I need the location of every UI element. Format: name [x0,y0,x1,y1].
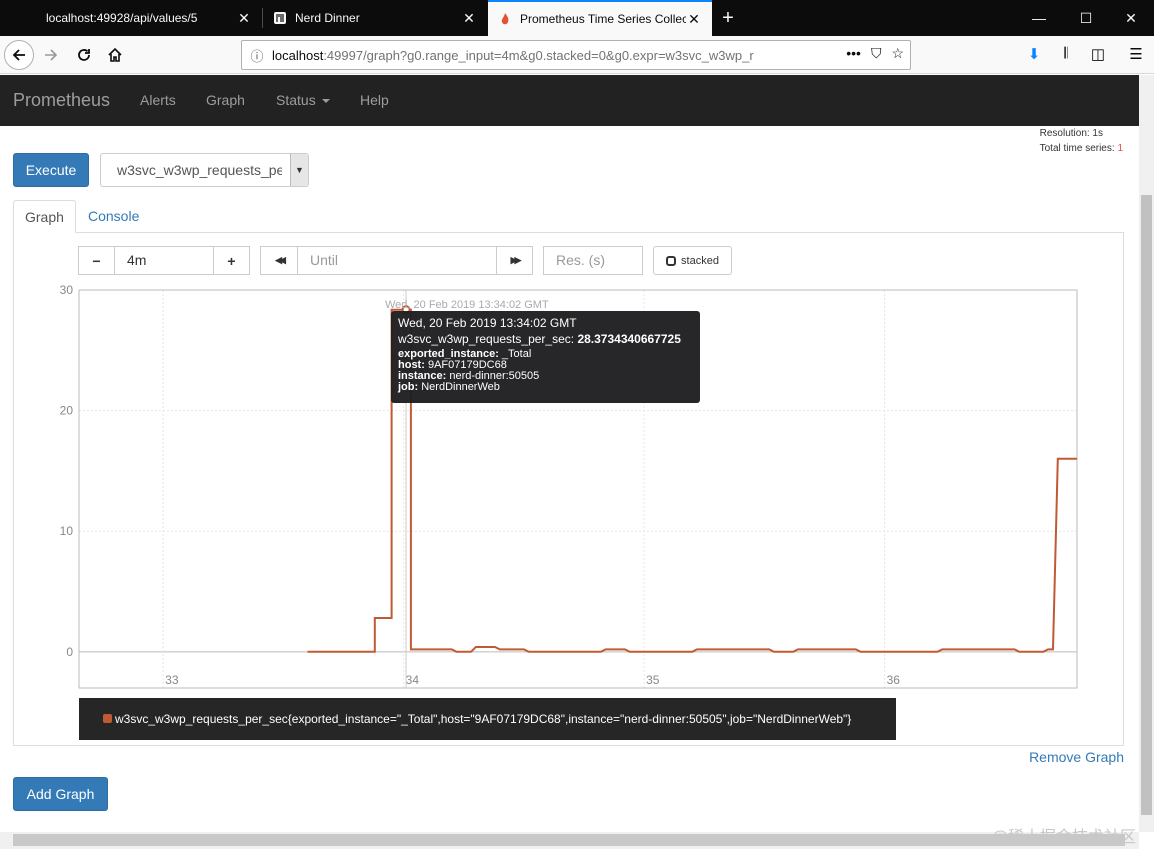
hover-x-label: Wed, 20 Feb 2019 13:34:02 GMT [385,299,549,311]
page-actions-icon[interactable]: ••• [846,45,861,62]
x-tick-label: 35 [646,673,660,687]
nav-status-label: Status [276,92,316,108]
x-tick-label: 33 [165,673,179,687]
resolution-input[interactable]: Res. (s) [543,246,643,275]
legend-swatch [103,714,112,723]
y-tick-label: 30 [60,283,74,297]
info-icon[interactable]: ⓘ [242,46,272,65]
reload-icon [78,49,90,61]
browser-tab-nerd-dinner[interactable]: Nerd Dinner ✕ [263,0,487,36]
dropdown-arrow-icon[interactable]: ▼ [290,154,308,186]
home-button[interactable] [101,41,129,69]
browser-tab-prometheus[interactable]: Prometheus Time Series Collec ✕ [488,0,712,36]
reload-button[interactable] [70,41,98,69]
total-series-label: Total time series: [1039,143,1118,154]
range-increase-button[interactable]: + [213,246,250,275]
x-tick-label: 34 [406,673,420,687]
nav-alerts[interactable]: Alerts [140,92,176,108]
tab-title: Prometheus Time Series Collec [520,12,686,26]
remove-graph-link[interactable]: Remove Graph [1029,749,1124,765]
hover-tooltip: Wed, 20 Feb 2019 13:34:02 GMT w3svc_w3wp… [391,311,700,403]
menu-icon[interactable]: ☰ [1126,45,1146,65]
watermark: @稀土掘金技术社区 [991,829,1136,846]
tab-title: Nerd Dinner [295,11,360,25]
prometheus-flame-icon [498,12,512,26]
browser-tab-bar: localhost:49928/api/values/5 ✕ Nerd Dinn… [0,0,1154,36]
pocket-icon[interactable]: ⛉ [871,45,882,62]
nav-graph[interactable]: Graph [206,92,245,108]
main-content: Resolution: 1s Total time series: 1 Exec… [0,126,1139,832]
bookmark-star-icon[interactable]: ☆ [891,45,904,62]
resolution-label: Resolution: 1s [1039,128,1103,139]
caret-down-icon [321,99,330,104]
maximize-button[interactable]: ☐ [1063,0,1109,36]
home-icon [108,47,122,62]
tooltip-label-key: job: [398,381,419,393]
browser-tab-api-values[interactable]: localhost:49928/api/values/5 ✕ [0,0,262,36]
downloads-icon[interactable]: ⬇ [1024,45,1044,65]
tab-console[interactable]: Console [77,200,150,233]
y-tick-label: 20 [60,404,74,418]
x-axis-ticks: 33 34 35 36 [165,673,900,687]
tab-graph[interactable]: Graph [13,200,76,233]
url-path: :49997/graph?g0.range_input=4m&g0.stacke… [323,47,754,63]
nav-help[interactable]: Help [360,92,389,108]
time-back-button[interactable]: ◀◀ [260,246,298,275]
browser-toolbar: ⓘ localhost :49997/graph?g0.range_input=… [0,36,1154,74]
forward-arrow-icon [45,49,58,61]
tooltip-date: Wed, 20 Feb 2019 13:34:02 GMT [398,316,577,330]
prometheus-navbar: Prometheus Alerts Graph Status Help [0,75,1139,126]
back-arrow-icon [12,49,25,61]
expression-select[interactable]: w3svc_w3wp_requests_per_sec ▼ [100,153,309,187]
tooltip-series-name: w3svc_w3wp_requests_per_sec: [398,332,578,346]
y-axis-ticks: 30 20 10 0 [60,283,74,659]
total-series: Total time series: 1 [1040,141,1123,156]
sidebar-icon[interactable]: ◫ [1088,45,1108,65]
close-icon[interactable]: ✕ [236,10,252,27]
url-host: localhost [272,47,324,63]
library-icon[interactable]: 𝄃 [1056,45,1076,65]
resolution-info: Resolution: 1s Total time series: 1 [1040,126,1123,156]
x-tick-label: 36 [887,673,901,687]
close-icon[interactable]: ✕ [686,11,702,28]
nav-status[interactable]: Status [276,92,330,108]
stacked-toggle[interactable]: stacked [653,246,732,275]
add-graph-button[interactable]: Add Graph [13,777,108,811]
close-icon[interactable]: ✕ [461,10,477,27]
horizontal-scrollbar-thumb[interactable] [13,834,1125,846]
page-scrollbar-thumb[interactable] [1141,195,1152,815]
minimize-button[interactable]: — [1016,0,1062,36]
brand-link[interactable]: Prometheus [13,90,110,111]
y-tick-label: 10 [60,524,74,538]
expression-value: w3svc_w3wp_requests_per_sec [117,162,282,178]
range-decrease-button[interactable]: − [78,246,115,275]
time-forward-button[interactable]: ▶▶ [496,246,533,275]
range-input[interactable]: 4m [114,246,214,275]
graph-tabs: Graph Console [13,200,1124,233]
tooltip-series-value: 28.3734340667725 [577,332,681,346]
url-bar[interactable]: ⓘ localhost :49997/graph?g0.range_input=… [241,40,911,70]
stacked-label: stacked [681,254,719,267]
tooltip-label-value: NerdDinnerWeb [418,381,500,393]
forward-button[interactable] [37,41,65,69]
tooltip-series: w3svc_w3wp_requests_per_sec: 28.37343406… [398,332,693,346]
execute-button[interactable]: Execute [13,153,89,187]
until-input[interactable]: Until [297,246,497,275]
new-tab-button[interactable]: + [716,6,740,30]
total-series-count: 1 [1117,143,1123,154]
tooltip-label-row: job: NerdDinnerWeb [398,382,693,393]
tab-title: localhost:49928/api/values/5 [46,11,198,25]
window-close-button[interactable]: ✕ [1108,0,1154,36]
fork-knife-icon [273,11,287,25]
y-tick-label: 0 [66,645,73,659]
checkbox-icon [666,255,677,266]
graph-legend[interactable]: w3svc_w3wp_requests_per_sec{exported_ins… [79,698,896,740]
legend-label: w3svc_w3wp_requests_per_sec{exported_ins… [115,712,852,726]
back-button[interactable] [4,40,34,70]
